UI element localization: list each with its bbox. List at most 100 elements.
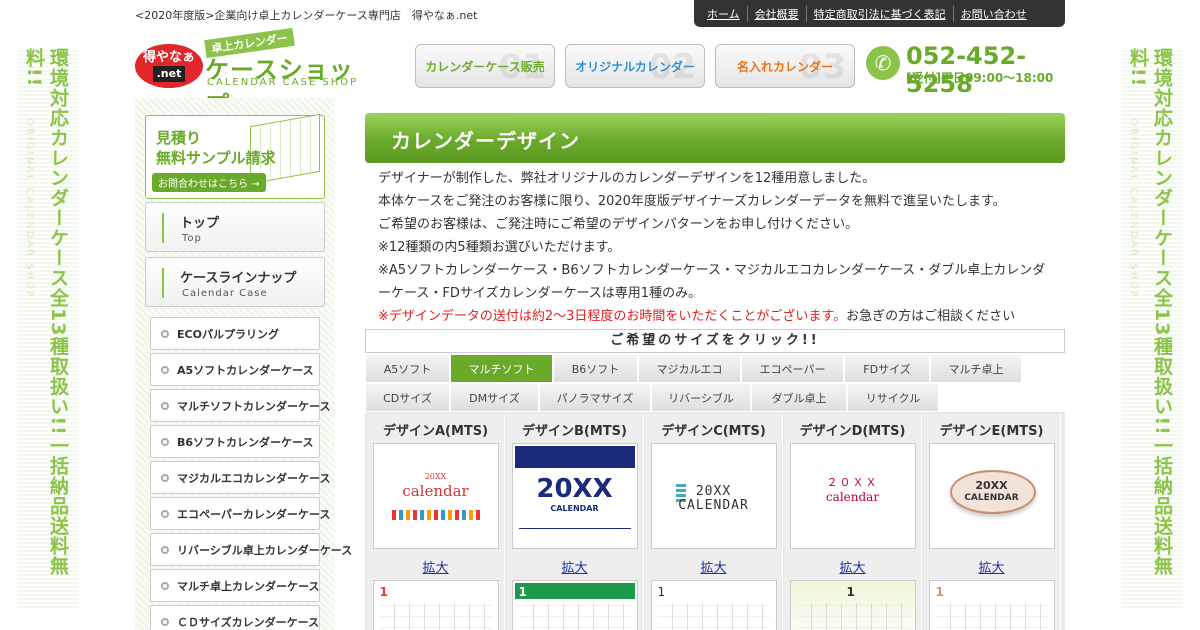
- sidebar-item-eco-paper[interactable]: エコペーパーカレンダーケース: [150, 497, 330, 530]
- sidebar-item-sublabel: Calendar Case: [182, 288, 268, 299]
- name-calendar-button[interactable]: 03 名入れカレンダー: [715, 44, 855, 88]
- zoom-link[interactable]: 拡大: [784, 549, 921, 580]
- tab-panorama-size[interactable]: パノラマサイズ: [539, 383, 651, 412]
- design-month-thumbnail[interactable]: 1: [789, 580, 916, 630]
- tab-multi-desk[interactable]: マルチ卓上: [930, 354, 1022, 383]
- sidebar-item-magical-eco[interactable]: マジカルエコカレンダーケース: [150, 461, 330, 494]
- sidebar-item-a5-soft[interactable]: A5ソフトカレンダーケース: [150, 353, 320, 386]
- sidebar-item-eco-pulp[interactable]: ECOパルプラリング: [150, 317, 320, 350]
- logo-mark-net: .net: [152, 66, 186, 82]
- tab-reversible[interactable]: リバーシブル: [651, 383, 751, 412]
- design-thumbnail[interactable]: 20XX CALENDAR: [650, 443, 777, 549]
- zoom-link[interactable]: 拡大: [923, 549, 1060, 580]
- thumb-month-grid: [518, 603, 631, 630]
- sidebar-item-label: A5ソフトカレンダーケース: [177, 363, 314, 377]
- sidebar-item-cd-size[interactable]: ＣＤサイズカレンダーケース: [150, 605, 320, 630]
- tab-cd-size[interactable]: CDサイズ: [365, 383, 450, 412]
- sidebar-item-top[interactable]: トップ Top: [145, 202, 325, 252]
- thumb-month: 1: [657, 585, 666, 599]
- thumb-year: 20XX: [424, 472, 447, 481]
- sidebar-item-label: リバーシブル卓上カレンダーケース: [177, 543, 353, 557]
- logo-mark: 得やなぁ .net: [135, 44, 203, 88]
- design-thumbnail[interactable]: 20XX CALENDAR: [928, 443, 1055, 549]
- sidebar-item-b6-soft[interactable]: B6ソフトカレンダーケース: [150, 425, 320, 458]
- sidebar-item-case-lineup[interactable]: ケースラインナップ Calendar Case: [145, 257, 325, 307]
- thumb-year: 20XX: [536, 474, 613, 504]
- phone-contact: ✆ 052-452-5258 [受付]平日09:00～18:00: [866, 42, 1066, 98]
- tab-fd-size[interactable]: FDサイズ: [844, 354, 930, 383]
- tab-magical-eco[interactable]: マジカルエコ: [638, 354, 741, 383]
- design-month-thumbnail[interactable]: 1: [372, 580, 499, 630]
- design-thumbnail[interactable]: 20XX calendar: [372, 443, 499, 549]
- size-tabs: A5ソフト マルチソフト B6ソフト マジカルエコ エコペーパー FDサイズ マ…: [365, 354, 1065, 412]
- phone-hours: [受付]平日09:00～18:00: [906, 71, 1054, 85]
- notice-line: ※デザインデータの送付は約2～3日程度のお時間をいただくことがございます。お急ぎ…: [378, 305, 1051, 328]
- sidebar-item-sublabel: Top: [182, 233, 202, 244]
- sidebar-item-label: ケースラインナップ: [180, 271, 297, 286]
- sidebar-item-label: トップ: [180, 216, 220, 231]
- size-click-banner: ご希望のサイズをクリック!!: [365, 329, 1065, 353]
- logo-mark-text: 得やなぁ: [142, 50, 195, 65]
- side-banner-left: ORIGINAL CALENDAR SHOP 環境対応カレンダーケース全13種取…: [18, 48, 78, 608]
- tab-multi-soft[interactable]: マルチソフト: [450, 354, 553, 383]
- bullet-icon: [161, 401, 169, 410]
- thumb-month: 1: [518, 585, 527, 599]
- sidebar-item-label: ＣＤサイズカレンダーケース: [177, 615, 320, 629]
- button-label: 名入れカレンダー: [736, 59, 833, 74]
- site-logo[interactable]: 得やなぁ .net 卓上カレンダー ケースショップ CALENDAR CASE …: [135, 27, 375, 119]
- main-content: カレンダーデザイン デザイナーが制作した、弊社オリジナルのカレンダーデザインを1…: [365, 113, 1065, 630]
- design-month-thumbnail[interactable]: 1: [511, 580, 638, 630]
- thumb-header-band: [514, 583, 635, 599]
- desc-line: 本体ケースをご発注のお客様に限り、2020年度版デザイナーズカレンダーデータを無…: [378, 194, 1006, 209]
- design-month-thumbnail[interactable]: 1: [650, 580, 777, 630]
- design-card: デザインB(MTS) 20XX CALENDAR 拡大 1: [506, 414, 644, 630]
- zoom-link[interactable]: 拡大: [645, 549, 782, 580]
- design-card: デザインA(MTS) 20XX calendar 拡大 1: [367, 414, 505, 630]
- design-thumbnail[interactable]: ２０ＸＸ calendar: [789, 443, 916, 549]
- tab-a5-soft[interactable]: A5ソフト: [365, 354, 450, 383]
- notice-red: ※デザインデータの送付は約2～3日程度のお時間をいただくことがございます。: [378, 309, 847, 324]
- design-thumbnail[interactable]: 20XX CALENDAR: [511, 443, 638, 549]
- thumb-month: 1: [379, 585, 388, 599]
- nav-home-link[interactable]: ホーム: [700, 6, 747, 22]
- button-label: カレンダーケース販売: [425, 59, 545, 74]
- sidebar-item-multi-desk[interactable]: マルチ卓上カレンダーケース: [150, 569, 320, 602]
- design-month-thumbnail[interactable]: 1: [928, 580, 1055, 630]
- design-name: デザインE(MTS): [939, 424, 1044, 439]
- tab-double-desk[interactable]: ダブル卓上: [751, 383, 847, 412]
- tab-recycle[interactable]: リサイクル: [847, 383, 939, 412]
- nav-contact-link[interactable]: お問い合わせ: [952, 5, 1034, 22]
- sidebar: 見積り 無料サンプル請求 お問合わせはこちら → トップ Top ケースラインナ…: [135, 98, 352, 630]
- tab-dm-size[interactable]: DMサイズ: [450, 383, 539, 412]
- bullet-icon: [161, 617, 169, 626]
- zoom-link[interactable]: 拡大: [506, 549, 643, 580]
- page-title: カレンダーデザイン: [365, 113, 1065, 163]
- button-label: オリジナルカレンダー: [575, 59, 695, 74]
- thumb-month: 1: [935, 585, 944, 599]
- tab-eco-paper[interactable]: エコペーパー: [741, 354, 844, 383]
- design-card: デザインD(MTS) ２０ＸＸ calendar 拡大 1: [784, 414, 922, 630]
- thumb-year: 20XX: [695, 484, 732, 499]
- contact-cta[interactable]: お問合わせはこちら →: [152, 173, 266, 192]
- free-sample-request-banner[interactable]: 見積り 無料サンプル請求 お問合わせはこちら →: [145, 113, 325, 199]
- thumb-month-grid: [657, 603, 770, 630]
- thumb-line: [518, 528, 631, 529]
- design-name: デザインA(MTS): [382, 424, 489, 439]
- original-calendar-button[interactable]: 02 オリジナルカレンダー: [565, 44, 705, 88]
- nav-company-link[interactable]: 会社概要: [746, 5, 806, 22]
- tab-b6-soft[interactable]: B6ソフト: [553, 354, 638, 383]
- nav-legal-link[interactable]: 特定商取引法に基づく表記: [805, 5, 953, 22]
- design-card: デザインE(MTS) 20XX CALENDAR 拡大 1: [923, 414, 1061, 630]
- zoom-link[interactable]: 拡大: [367, 549, 504, 580]
- calendar-case-sales-button[interactable]: 01 カレンダーケース販売: [415, 44, 555, 88]
- sidebar-item-multi-soft[interactable]: マルチソフトカレンダーケース: [150, 389, 330, 422]
- design-name: デザインC(MTS): [661, 424, 766, 439]
- sidebar-item-label: ECOパルプラリング: [177, 327, 279, 341]
- description: デザイナーが制作した、弊社オリジナルのカレンダーデザインを12種用意しました。 …: [365, 163, 1065, 328]
- thumb-title: calendar: [402, 482, 469, 500]
- thumb-month-grid: [796, 603, 909, 630]
- bullet-icon: [161, 437, 169, 446]
- sidebar-item-reversible[interactable]: リバーシブル卓上カレンダーケース: [150, 533, 352, 566]
- desc-line: ※12種類の内5種類お選びいただけます。: [378, 240, 621, 255]
- thumb-month: 1: [846, 585, 855, 599]
